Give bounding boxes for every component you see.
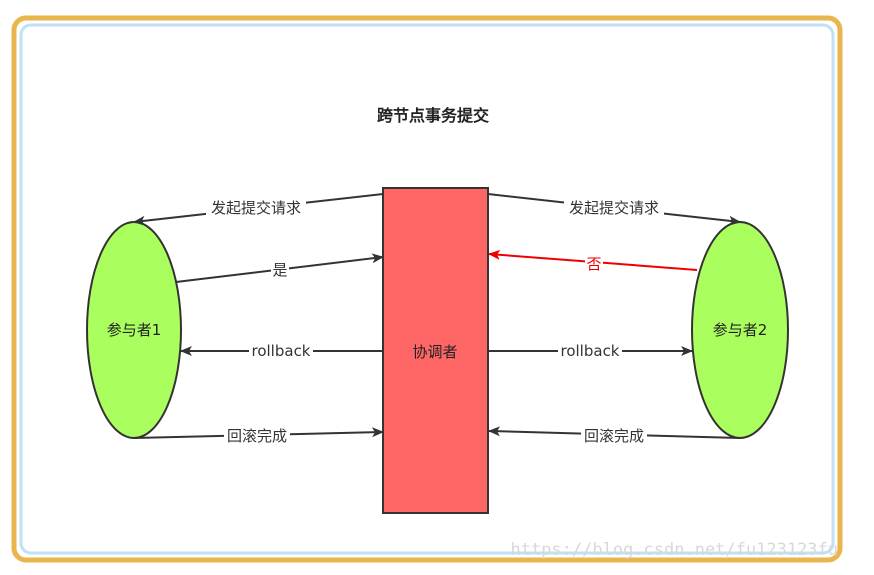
edge-label-commit-request-right: 发起提交请求 bbox=[569, 199, 659, 217]
diagram-title: 跨节点事务提交 bbox=[377, 106, 489, 125]
participant2-label: 参与者2 bbox=[713, 321, 768, 339]
edge-label-rollback-right: rollback bbox=[561, 342, 620, 360]
watermark: https://blog.csdn.net/fu123123fu bbox=[510, 540, 838, 560]
edge-label-commit-request-left: 发起提交请求 bbox=[211, 199, 301, 217]
participant1-label: 参与者1 bbox=[107, 321, 162, 339]
edge-label-yes: 是 bbox=[272, 261, 287, 279]
edge-label-rollback-left: rollback bbox=[252, 342, 311, 360]
edge-label-no: 否 bbox=[586, 255, 601, 273]
coordinator-label: 协调者 bbox=[412, 343, 457, 361]
edge-label-rollback-done-right: 回滚完成 bbox=[584, 427, 644, 445]
edge-label-rollback-done-left: 回滚完成 bbox=[227, 427, 287, 445]
diagram-canvas: 跨节点事务提交 协调者 参与者1 参与者2 发起提交请求 是 rollback … bbox=[11, 15, 843, 563]
